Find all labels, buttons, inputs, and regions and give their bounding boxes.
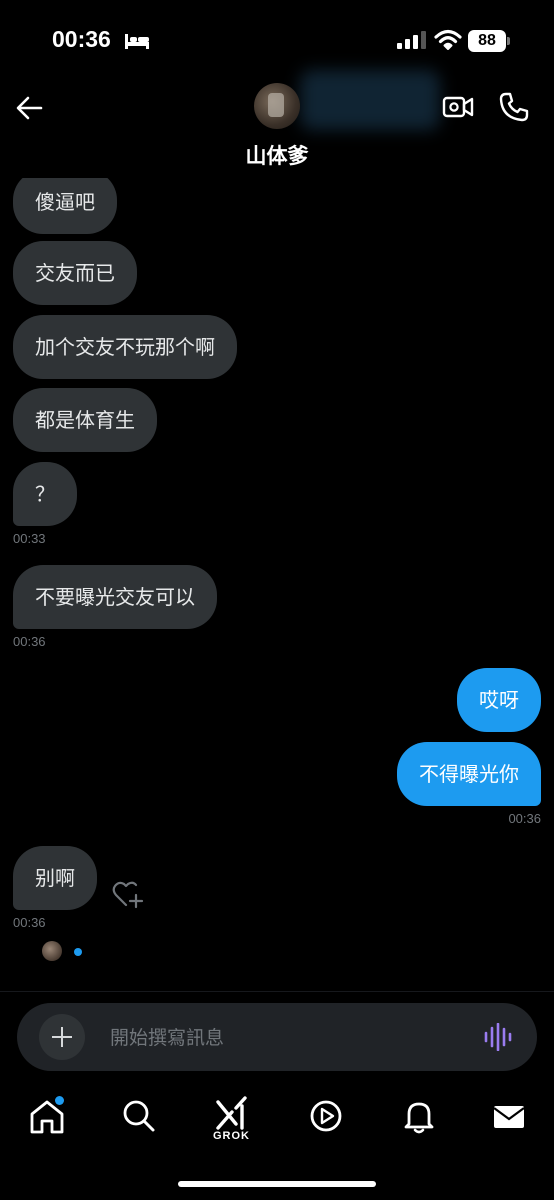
- status-time: 00:36: [52, 26, 111, 52]
- home-notification-dot: [55, 1096, 64, 1105]
- message-bubble[interactable]: 不得曝光你: [397, 742, 541, 806]
- message-bubble[interactable]: 哎呀: [457, 668, 541, 732]
- contact-avatar[interactable]: [254, 83, 300, 129]
- battery-tip: [507, 37, 510, 45]
- search-icon[interactable]: [119, 1096, 159, 1136]
- message-bubble[interactable]: 不要曝光交友可以: [13, 565, 217, 629]
- home-indicator[interactable]: [178, 1181, 376, 1187]
- message-timestamp: 00:36: [508, 811, 541, 826]
- wifi-icon: [434, 29, 462, 50]
- battery-indicator: 88: [468, 30, 506, 52]
- voice-message-icon[interactable]: [483, 1023, 513, 1051]
- message-input[interactable]: 開始撰寫訊息: [110, 1023, 224, 1050]
- read-receipt-avatar: [42, 941, 62, 961]
- message-bubble[interactable]: ？: [13, 462, 77, 526]
- message-bubble[interactable]: 加个交友不玩那个啊: [13, 315, 237, 379]
- contact-name[interactable]: 山体爹: [0, 140, 554, 170]
- grok-icon[interactable]: [212, 1094, 252, 1134]
- message-bubble[interactable]: 傻逼吧: [13, 178, 117, 234]
- composer-divider: [0, 991, 554, 992]
- phone-call-icon[interactable]: [498, 91, 530, 123]
- redacted-area: [300, 70, 440, 130]
- message-bubble[interactable]: 别啊: [13, 846, 97, 910]
- sleep-focus-icon: [125, 34, 149, 49]
- message-timestamp: 00:36: [13, 634, 46, 649]
- video-call-icon[interactable]: [442, 93, 474, 121]
- add-reaction-heart-icon[interactable]: [112, 879, 144, 909]
- message-bubble[interactable]: 都是体育生: [13, 388, 157, 452]
- cellular-signal-icon: [397, 31, 426, 49]
- video-play-icon[interactable]: [306, 1096, 346, 1136]
- message-composer[interactable]: 開始撰寫訊息: [17, 1003, 537, 1071]
- message-thread[interactable]: 傻逼吧 交友而已 加个交友不玩那个啊 都是体育生 ？ 00:33 不要曝光交友可…: [0, 178, 554, 990]
- notifications-bell-icon[interactable]: [399, 1096, 439, 1136]
- status-bar: 00:36 88: [0, 0, 554, 80]
- typing-indicator-dot: [74, 948, 82, 956]
- conversation-header: 山体爹: [0, 70, 554, 178]
- add-attachment-button[interactable]: [39, 1014, 85, 1060]
- message-bubble[interactable]: 交友而已: [13, 241, 137, 305]
- messages-envelope-icon[interactable]: [489, 1096, 529, 1136]
- grok-label: GROK: [213, 1130, 250, 1142]
- back-arrow-icon[interactable]: [12, 90, 48, 126]
- message-timestamp: 00:33: [13, 531, 46, 546]
- message-timestamp: 00:36: [13, 915, 46, 930]
